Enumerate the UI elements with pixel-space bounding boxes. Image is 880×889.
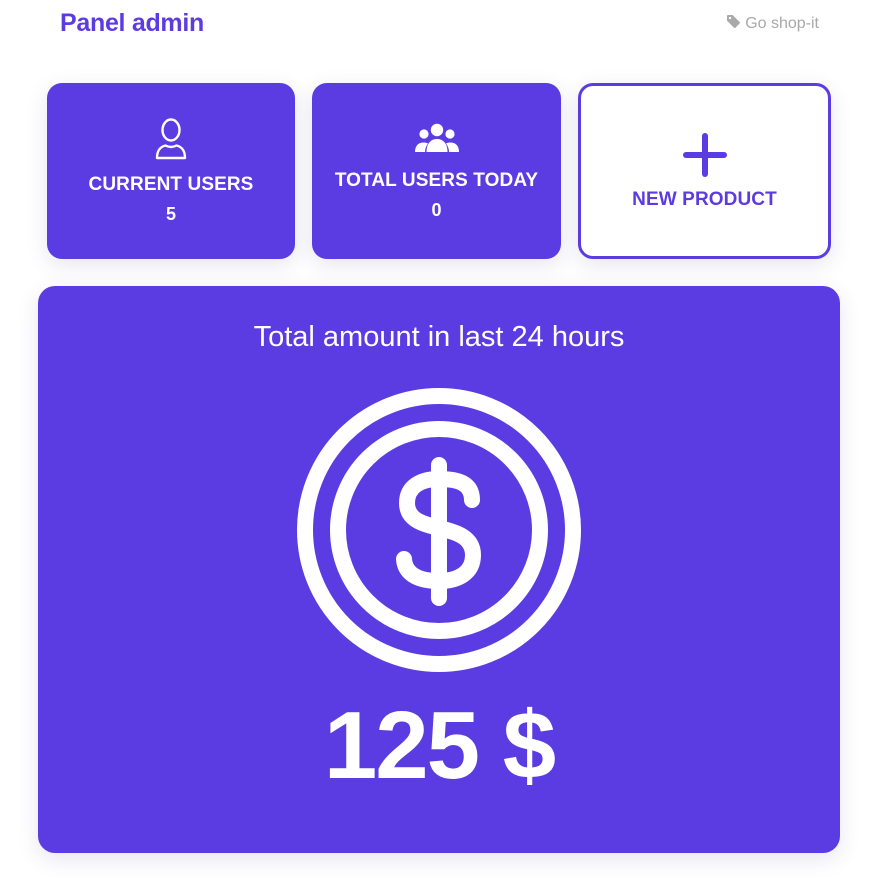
go-shop-link[interactable]: Go shop-it (726, 14, 819, 34)
go-shop-label: Go shop-it (745, 15, 819, 32)
new-product-label: NEW PRODUCT (632, 188, 777, 210)
new-product-button[interactable]: NEW PRODUCT (578, 83, 831, 259)
total-amount-card: Total amount in last 24 hours 125 $ (38, 286, 840, 853)
current-users-label: CURRENT USERS (88, 174, 254, 195)
plus-icon (682, 132, 728, 183)
admin-panel-page: Panel admin Go shop-it CURRENT USERS 5 T… (0, 0, 880, 889)
user-icon (151, 117, 191, 166)
total-users-today-card: TOTAL USERS TODAY 0 (312, 83, 561, 259)
users-group-icon (414, 122, 460, 159)
tag-icon (726, 14, 741, 34)
dollar-coin-icon (296, 387, 582, 673)
current-users-value: 5 (165, 204, 176, 224)
total-users-today-value: 0 (431, 199, 442, 220)
total-users-today-label: TOTAL USERS TODAY (334, 169, 539, 191)
page-title: Panel admin (60, 9, 204, 37)
total-amount-title: Total amount in last 24 hours (253, 321, 625, 353)
total-amount-value: 125 $ (323, 692, 556, 799)
current-users-card: CURRENT USERS 5 (47, 83, 295, 259)
